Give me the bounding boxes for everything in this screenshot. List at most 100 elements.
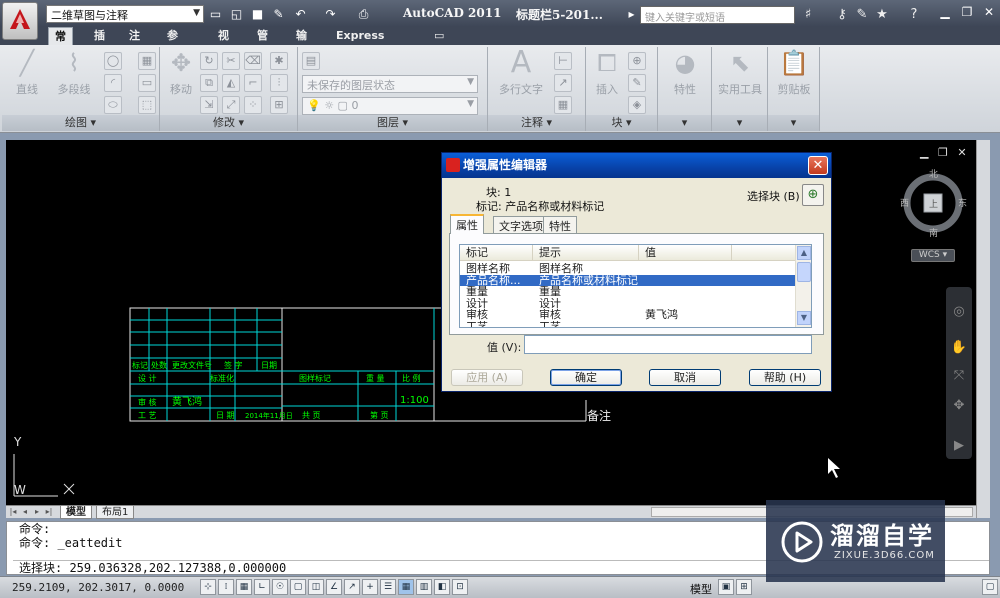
quick-view-drawings-icon[interactable]: ⊞ [736,579,752,595]
dialog-close-button[interactable]: ✕ [808,156,828,175]
pan-hand-icon[interactable]: ✋ [950,339,968,357]
application-menu-button[interactable] [2,2,38,40]
snap-mode-icon[interactable]: ⁞ [218,579,234,595]
vertical-scrollbar[interactable] [976,140,990,518]
help-icon[interactable]: ? [905,6,923,24]
ribbon-toggle-icon[interactable]: ▭ ▾ [428,27,450,60]
insert-block-button[interactable]: ⧠ 插入 [590,49,624,97]
redo-icon[interactable]: ↷ [323,7,338,22]
prev-layout-icon[interactable]: ◂ [20,506,30,518]
region-icon[interactable]: ⬚ [138,96,156,114]
edit-attribute-icon[interactable]: ◈ [628,96,646,114]
dimension-icon[interactable]: ⊢ [554,52,572,70]
wcs-menu[interactable]: WCS ▾ [911,249,955,262]
undo-icon[interactable]: ↶ [293,7,308,22]
favorites-star-icon[interactable]: ★ [873,6,891,24]
tab-text-options[interactable]: 文字选项 [493,216,549,233]
block-panel-title[interactable]: 块 ▾ [586,115,657,131]
attribute-row[interactable]: 审核 审核 黄飞鸿 [460,309,796,321]
tab-manage[interactable]: 管理 [251,27,274,60]
save-icon[interactable]: ■ [250,7,265,22]
attribute-row[interactable]: 设计 设计 [460,298,796,310]
layers-panel-title[interactable]: 图层 ▾ [298,115,487,131]
ellipse-icon[interactable]: ⬭ [104,96,122,114]
model-space-label[interactable]: 模型 [690,581,712,597]
open-folder-icon[interactable]: ◱ [229,7,244,22]
polar-tracking-icon[interactable]: ☉ [272,579,288,595]
viewcube[interactable]: 上 北 南 西 东 [898,168,968,238]
object-snap-tracking-icon[interactable]: ∠ [326,579,342,595]
tab-properties[interactable]: 特性 [543,216,577,233]
grid-display-icon[interactable]: ▦ [236,579,252,595]
new-file-icon[interactable]: ▭ [208,7,223,22]
join-icon[interactable]: ⊞ [270,96,288,114]
steering-wheel-icon[interactable]: ◎ [950,303,968,321]
layer-state-dropdown[interactable]: 未保存的图层状态 ▼ [302,75,478,93]
tab-home[interactable]: 常用 [48,27,73,61]
dialog-title-bar[interactable]: 增强属性编辑器 ✕ [442,153,831,178]
tab-attribute[interactable]: 属性 [450,214,484,234]
dynamic-ucs-icon[interactable]: ↗ [344,579,360,595]
create-block-icon[interactable]: ⊕ [628,52,646,70]
rectangle-icon[interactable]: ▭ [138,74,156,92]
erase-icon[interactable]: ⌫ [244,52,262,70]
layer-properties-icon[interactable]: ▤ [302,52,320,70]
stretch-icon[interactable]: ⇲ [200,96,218,114]
hatch-icon[interactable]: ▦ [138,52,156,70]
tab-annotate[interactable]: 注释 [123,27,146,60]
last-layout-icon[interactable]: ▸| [44,506,54,518]
first-layout-icon[interactable]: |◂ [8,506,18,518]
close-viewport-icon[interactable]: ✕ [957,146,966,159]
fillet-icon[interactable]: ⌐ [244,74,262,92]
arc-icon[interactable]: ◜ [104,74,122,92]
transparency-icon[interactable]: ▦ [398,579,414,595]
array-icon[interactable]: ⁘ [244,96,262,114]
attribute-row[interactable]: 图样名称 图样名称 [460,263,796,275]
move-button[interactable]: ✥ 移动 [164,49,198,97]
chevron-right-icon[interactable]: ▸ [624,7,639,22]
tab-insert[interactable]: 插入 [88,27,111,60]
offset-icon[interactable]: ⫶ [270,74,288,92]
print-icon[interactable]: ⎙ [356,7,371,22]
restore-icon[interactable]: ❐ [956,0,978,24]
scale-icon[interactable]: ⤢ [222,96,240,114]
minimize-icon[interactable]: ▁ [934,0,956,24]
modify-panel-title[interactable]: 修改 ▾ [160,115,297,131]
edit-block-icon[interactable]: ✎ [628,74,646,92]
workspace-selector[interactable]: 二维草图与注释 ▼ [46,5,204,23]
communication-icon[interactable]: ✎ [853,6,871,24]
attribute-row[interactable]: 产品名称... 产品名称或材料标记 [460,274,796,286]
clean-screen-icon[interactable]: ▢ [982,579,998,595]
key-icon[interactable]: ⚷ [833,6,851,24]
clipboard-button[interactable]: 📋 剪贴板 [770,49,818,97]
column-prompt[interactable]: 提示 [533,245,639,261]
line-button[interactable]: ╱ 直线 [10,49,44,97]
tab-view[interactable]: 视图 [212,27,235,60]
next-layout-icon[interactable]: ▸ [32,506,42,518]
column-value[interactable]: 值 [639,245,732,261]
multiline-text-button[interactable]: A 多行文字 [496,48,546,97]
attribute-list[interactable]: 标记 提示 值 图样名称 图样名称 产品名称... 产品名称或材料标记 重量 重量 设计 设计… [459,244,812,328]
tab-layout1[interactable]: 布局1 [96,505,135,519]
clipboard-panel-expand[interactable]: ▾ [768,115,819,131]
showmotion-icon[interactable]: ▶ [950,437,968,455]
attribute-row[interactable]: 重量 重量 [460,286,796,298]
tab-parametric[interactable]: 参数化 [161,27,184,78]
tab-output[interactable]: 输出 [290,27,313,60]
binoculars-icon[interactable]: ♯ [799,6,817,24]
current-layer-dropdown[interactable]: 💡 ☼ ▢ 0 ▼ [302,97,478,115]
object-snap-icon[interactable]: ▢ [290,579,306,595]
quick-view-layouts-icon[interactable]: ▣ [718,579,734,595]
explode-icon[interactable]: ✱ [270,52,288,70]
ortho-mode-icon[interactable]: ∟ [254,579,270,595]
help-button[interactable]: 帮助 (H) [749,369,821,386]
select-block-button[interactable]: ⊕ [802,184,824,206]
close-icon[interactable]: ✕ [978,0,1000,24]
copy-icon[interactable]: ⧉ [200,74,218,92]
annotation-monitor-icon[interactable]: ⊡ [452,579,468,595]
quick-properties-icon[interactable]: ▥ [416,579,432,595]
cancel-button[interactable]: 取消 [649,369,721,386]
mirror-icon[interactable]: ◭ [222,74,240,92]
coordinate-readout[interactable]: 259.2109, 202.3017, 0.0000 [12,581,184,594]
draw-panel-title[interactable]: 绘图 ▾ [2,115,159,131]
